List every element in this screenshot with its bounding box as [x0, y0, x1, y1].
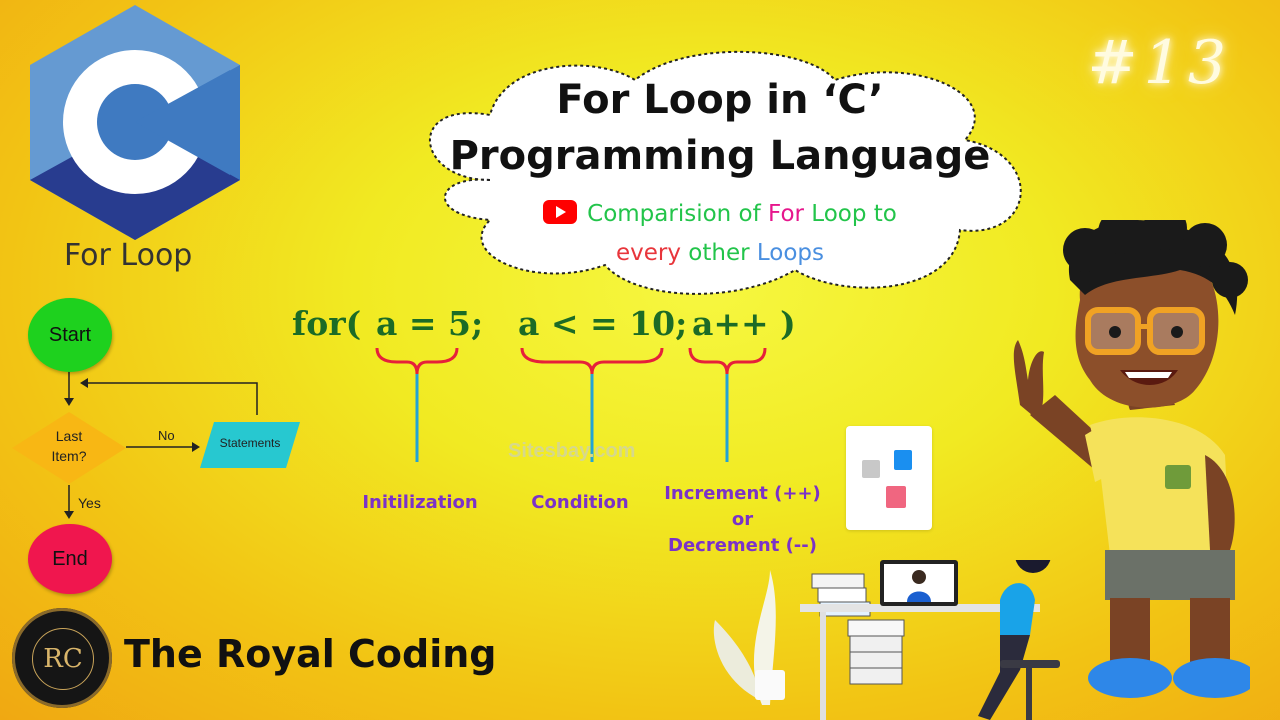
subtitle-part: For [768, 201, 804, 227]
subtitle-part: Comparision of [587, 201, 769, 227]
subtitle-part: every [615, 240, 681, 266]
title-line-1: For Loop in ‘C’ [556, 77, 884, 123]
code-init: a = 5; [376, 304, 484, 343]
flow-statements-node: Statements [200, 422, 300, 468]
flow-end-node: End [28, 524, 112, 594]
decision-line-1: Last [55, 428, 83, 444]
decision-text: Last Item? [12, 426, 126, 466]
episode-badge: #13 [1087, 28, 1232, 98]
label-condition: Condition [531, 492, 629, 513]
decision-line-2: Item? [51, 448, 87, 464]
logo-caption: For Loop [64, 238, 193, 273]
title-line-2: Programming Language [449, 133, 991, 179]
page-title: For Loop in ‘C’ Programming Language [400, 72, 1040, 184]
flow-no-label: No [158, 428, 175, 443]
flow-decision-node: Last Item? [12, 412, 126, 484]
card-square-pink [886, 486, 906, 508]
subtitle-part: other [680, 240, 757, 266]
app-card-icon [846, 426, 932, 530]
label-initialization: Initilization [362, 492, 478, 513]
label-or: or [731, 509, 754, 530]
card-square-gray [862, 460, 880, 478]
code-condition: a < = 10; [518, 304, 688, 343]
logo-monogram: RC [32, 628, 94, 690]
c-language-logo [30, 5, 240, 240]
royal-coding-logo: RC [12, 608, 112, 708]
watermark: Sitesbay.com [508, 440, 636, 462]
subtitle-part: Loop to [803, 201, 897, 227]
code-increment: a++ ) [692, 304, 796, 343]
youtube-play-icon [543, 200, 578, 224]
label-increment-line-2: Decrement (--) [668, 535, 817, 556]
waving-boy-character [1013, 220, 1250, 698]
statements-text: Statements [219, 436, 281, 450]
subtitle-line-1: Comparision of For Loop to [420, 200, 1020, 227]
subtitle-part: Loops [756, 240, 825, 266]
subtitle-line-2: every other Loops [420, 240, 1020, 266]
flow-start-node: Start [28, 298, 112, 372]
flow-yes-label: Yes [78, 495, 101, 511]
brand-name: The Royal Coding [124, 632, 497, 676]
label-increment-line-1: Increment (++) [664, 483, 821, 504]
label-increment: Increment (++) or Decrement (--) [660, 481, 825, 559]
card-square-blue [894, 450, 912, 470]
